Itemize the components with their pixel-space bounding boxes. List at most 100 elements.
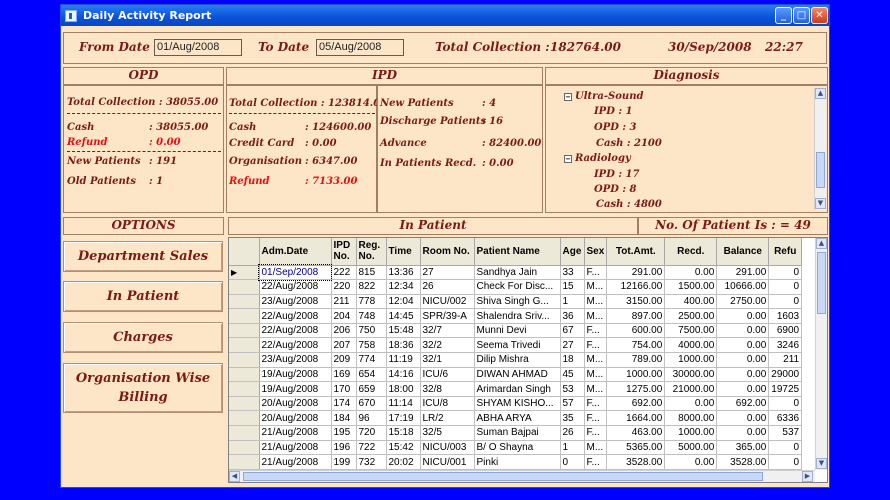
table-cell[interactable]: 789.00 (606, 352, 666, 368)
table-cell[interactable]: 0 (768, 396, 803, 412)
table-cell[interactable]: 13:36 (386, 265, 421, 281)
table-cell[interactable]: 692.00 (716, 396, 770, 412)
table-cell[interactable]: 15 (560, 279, 585, 295)
table-cell[interactable]: 11:19 (386, 352, 421, 368)
table-cell[interactable]: 211 (331, 294, 357, 310)
table-cell[interactable]: 32/5 (420, 425, 475, 441)
table-cell[interactable]: 19725 (768, 381, 803, 397)
table-cell[interactable]: 8000.00 (664, 410, 718, 427)
table-cell[interactable]: 45 (560, 367, 585, 383)
table-cell[interactable]: 32/2 (420, 337, 475, 354)
table-cell[interactable]: 722 (356, 440, 387, 456)
column-header[interactable]: Refu (768, 238, 803, 266)
from-date-field[interactable]: 01/Aug/2008 (154, 39, 242, 56)
table-cell[interactable]: 6336 (768, 410, 803, 427)
table-cell[interactable]: 0.00 (716, 425, 770, 441)
table-cell[interactable]: 5000.00 (664, 440, 718, 456)
table-cell[interactable]: 196 (331, 440, 357, 456)
column-header[interactable]: Recd. (664, 238, 718, 266)
table-cell[interactable]: F... (584, 425, 608, 441)
table-cell[interactable]: 822 (356, 279, 387, 295)
table-cell[interactable]: 1 (560, 294, 585, 310)
table-cell[interactable]: 0.00 (716, 381, 770, 397)
table-cell[interactable]: 12166.00 (606, 279, 666, 295)
column-header[interactable]: Room No. (420, 238, 475, 266)
table-horizontal-scrollbar[interactable]: ◀ ▶ (229, 470, 815, 482)
department-sales-button[interactable]: Department Sales (63, 241, 223, 272)
table-cell[interactable]: Sandhya Jain (474, 265, 561, 281)
table-cell[interactable]: 3528.00 (716, 454, 770, 470)
table-cell[interactable]: 12:04 (386, 294, 421, 310)
table-cell[interactable]: 23/Aug/2008 (259, 352, 332, 368)
table-cell[interactable]: 29000 (768, 367, 803, 383)
table-cell[interactable]: 26 (560, 425, 585, 441)
scroll-down-icon[interactable]: ▼ (816, 458, 827, 469)
table-row[interactable]: 23/Aug/2008 211 778 12:04 NICU/002 Shiva Sing… (229, 294, 803, 310)
table-cell[interactable]: 897.00 (606, 308, 666, 324)
table-cell[interactable]: 400.00 (664, 294, 718, 310)
table-cell[interactable]: 27 (420, 265, 475, 281)
table-cell[interactable]: 57 (560, 396, 585, 412)
table-cell[interactable]: 20:02 (386, 454, 421, 470)
table-cell[interactable]: 0 (768, 440, 803, 456)
table-cell[interactable]: NICU/003 (420, 440, 475, 456)
table-row[interactable]: 23/Aug/2008 209 774 11:19 32/1 Dilip Mishra 18… (229, 352, 803, 368)
tree-leaf[interactable]: IPD : 17 (594, 169, 639, 180)
table-cell[interactable]: 1000.00 (664, 425, 718, 441)
table-cell[interactable]: 18 (560, 352, 585, 368)
table-cell[interactable]: 204 (331, 308, 357, 324)
row-selector[interactable] (229, 294, 260, 310)
table-cell[interactable]: M... (584, 381, 608, 397)
table-cell[interactable]: 211 (768, 352, 803, 368)
table-cell[interactable]: 1603 (768, 308, 803, 324)
table-cell[interactable]: Dilip Mishra (474, 352, 561, 368)
table-cell[interactable]: F... (584, 337, 608, 354)
table-row[interactable]: 22/Aug/2008 206 750 15:48 32/7 Munni Devi 67 F.… (229, 323, 803, 339)
table-cell[interactable]: 5365.00 (606, 440, 666, 456)
table-cell[interactable]: 0.00 (716, 352, 770, 368)
table-row[interactable]: ▶ 01/Sep/2008 222 815 13:36 27 Sandhya Jain 33 F… (229, 264, 803, 281)
table-cell[interactable]: 754.00 (606, 337, 666, 354)
table-cell[interactable]: 32/7 (420, 323, 475, 339)
tree-leaf[interactable]: Cash : 4800 (596, 199, 662, 210)
column-header[interactable]: Patient Name (474, 238, 561, 266)
row-selector[interactable] (229, 279, 260, 295)
table-row[interactable]: 20/Aug/2008 184 96 17:19 LR/2 ABHA ARYA 35 F...… (229, 410, 803, 427)
table-cell[interactable]: 1000.00 (606, 367, 666, 383)
table-cell[interactable]: 22/Aug/2008 (259, 337, 332, 354)
table-cell[interactable]: 26 (420, 279, 475, 295)
table-cell[interactable]: NICU/001 (420, 454, 475, 470)
table-cell[interactable]: 22/Aug/2008 (259, 279, 332, 295)
row-selector[interactable] (229, 308, 260, 324)
table-cell[interactable]: ICU/8 (420, 396, 475, 412)
table-cell[interactable]: 0 (768, 454, 803, 470)
table-cell[interactable]: 291.00 (606, 265, 666, 281)
column-header[interactable]: Reg. No. (356, 238, 387, 266)
table-cell[interactable]: 2750.00 (716, 294, 770, 310)
table-cell[interactable]: 11:14 (386, 396, 421, 412)
table-cell[interactable]: 0.00 (716, 367, 770, 383)
table-cell[interactable]: 15:42 (386, 440, 421, 456)
collapse-icon[interactable]: − (564, 92, 572, 101)
table-cell[interactable]: 22/Aug/2008 (259, 308, 332, 324)
table-cell[interactable]: 537 (768, 425, 803, 441)
table-cell[interactable]: 14:16 (386, 367, 421, 383)
tree-leaf[interactable]: Cash : 2100 (596, 138, 662, 149)
table-cell[interactable]: 30000.00 (664, 367, 718, 383)
table-cell[interactable]: 815 (356, 265, 387, 281)
table-cell[interactable]: 600.00 (606, 323, 666, 339)
table-cell[interactable]: 291.00 (716, 265, 770, 281)
table-cell[interactable]: 35 (560, 410, 585, 427)
table-cell[interactable]: 7500.00 (664, 323, 718, 339)
collapse-icon[interactable]: − (564, 154, 572, 163)
charges-button[interactable]: Charges (63, 322, 223, 353)
table-row[interactable]: 19/Aug/2008 170 659 18:00 32/8 Arimardan Sing… (229, 381, 803, 397)
table-cell[interactable]: 96 (356, 410, 387, 427)
table-cell[interactable]: 20/Aug/2008 (259, 396, 332, 412)
table-cell[interactable]: DIWAN AHMAD (474, 367, 561, 383)
row-selector[interactable] (229, 440, 260, 456)
scroll-up-icon[interactable]: ▲ (815, 88, 826, 99)
table-cell[interactable]: F... (584, 323, 608, 339)
table-cell[interactable]: 732 (356, 454, 387, 470)
table-cell[interactable]: 222 (331, 265, 357, 281)
